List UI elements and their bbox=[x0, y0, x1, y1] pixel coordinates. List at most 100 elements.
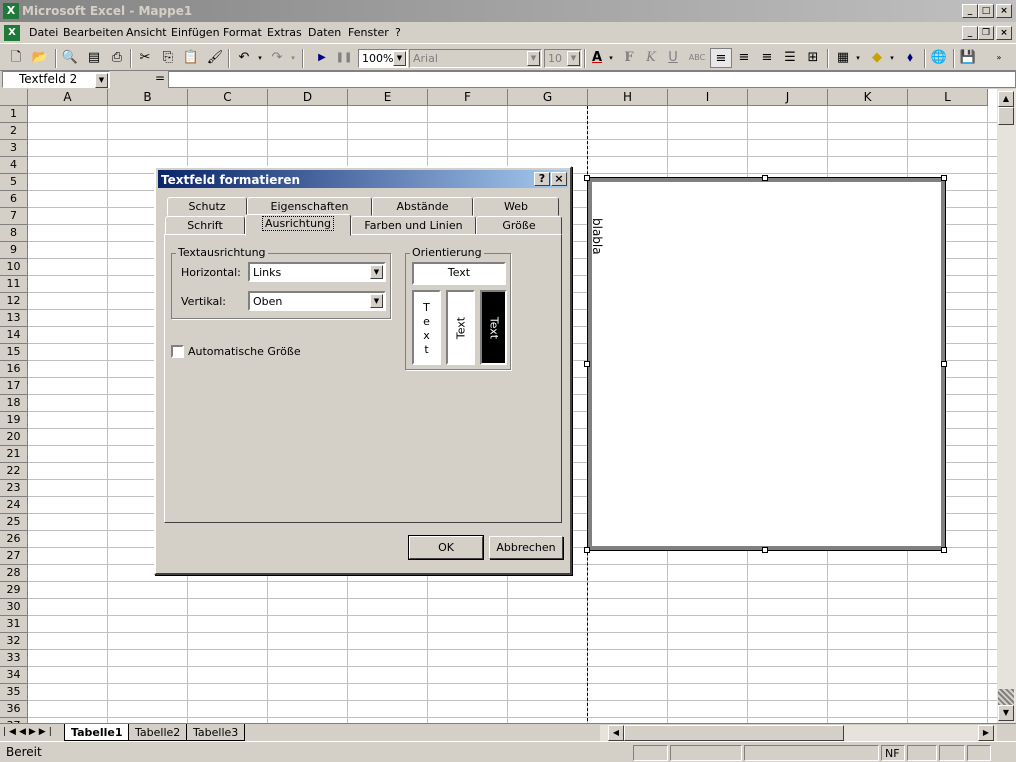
menu-format[interactable]: Format bbox=[223, 26, 262, 39]
scroll-down-button[interactable]: ▼ bbox=[998, 705, 1014, 721]
auto-size-checkbox[interactable] bbox=[171, 345, 184, 358]
doc-restore-button[interactable]: ❐ bbox=[978, 26, 994, 40]
tab-abstaende[interactable]: Abstände bbox=[372, 197, 473, 216]
column-header[interactable]: J bbox=[748, 89, 828, 106]
row-header[interactable]: 35 bbox=[0, 684, 28, 701]
row-header[interactable]: 22 bbox=[0, 463, 28, 480]
orientation-rotated-down[interactable]: Text bbox=[480, 290, 507, 365]
menu-fenster[interactable]: Fenster bbox=[348, 26, 389, 39]
tab-farben-und-linien[interactable]: Farben und Linien bbox=[351, 216, 476, 235]
zoom-combo[interactable]: 100% ▼ bbox=[358, 49, 408, 68]
column-header[interactable]: K bbox=[828, 89, 908, 106]
resize-handle-sw[interactable] bbox=[584, 547, 590, 553]
menu-bearbeiten[interactable]: Bearbeiten bbox=[63, 26, 123, 39]
column-header[interactable]: E bbox=[348, 89, 428, 106]
cut-icon[interactable]: ✂ bbox=[134, 48, 156, 68]
close-button[interactable]: × bbox=[996, 4, 1012, 18]
split-box[interactable] bbox=[998, 689, 1014, 705]
doc-close-button[interactable]: × bbox=[996, 26, 1012, 40]
row-header[interactable]: 34 bbox=[0, 667, 28, 684]
vertical-select[interactable]: Oben ▼ bbox=[248, 291, 386, 311]
cancel-button[interactable]: Abbrechen bbox=[489, 536, 563, 559]
orientation-rotated-up[interactable]: Text bbox=[446, 290, 475, 365]
column-header[interactable]: L bbox=[908, 89, 988, 106]
row-header[interactable]: 11 bbox=[0, 276, 28, 293]
workbook-icon[interactable]: X bbox=[4, 25, 20, 41]
row-header[interactable]: 2 bbox=[0, 123, 28, 140]
orientation-stacked[interactable]: T e x t bbox=[412, 290, 441, 365]
menu-einfuegen[interactable]: Einfügen bbox=[171, 26, 220, 39]
column-header[interactable]: I bbox=[668, 89, 748, 106]
row-header[interactable]: 13 bbox=[0, 310, 28, 327]
maximize-button[interactable]: □ bbox=[978, 4, 994, 18]
run-macro-icon[interactable]: ▶ bbox=[311, 48, 333, 68]
dialog-title-bar[interactable]: Textfeld formatieren ? × bbox=[158, 170, 568, 188]
row-header[interactable]: 15 bbox=[0, 344, 28, 361]
row-header[interactable]: 4 bbox=[0, 157, 28, 174]
vertical-scrollbar[interactable]: ▲ ▼ bbox=[997, 89, 1016, 723]
minimize-button[interactable]: _ bbox=[962, 4, 978, 18]
tab-groesse[interactable]: Größe bbox=[476, 216, 562, 235]
resize-handle-s[interactable] bbox=[762, 547, 768, 553]
resize-handle-e[interactable] bbox=[941, 361, 947, 367]
row-header[interactable]: 3 bbox=[0, 140, 28, 157]
row-header[interactable]: 36 bbox=[0, 701, 28, 718]
row-header[interactable]: 20 bbox=[0, 429, 28, 446]
column-header[interactable]: H bbox=[588, 89, 668, 106]
align-right-icon[interactable]: ≡ bbox=[756, 48, 778, 68]
resize-handle-ne[interactable] bbox=[941, 175, 947, 181]
name-box[interactable]: Textfeld 2 ▼ bbox=[2, 71, 110, 88]
row-header[interactable]: 33 bbox=[0, 650, 28, 667]
formula-input[interactable] bbox=[168, 71, 1016, 88]
scroll-up-button[interactable]: ▲ bbox=[998, 91, 1014, 107]
copy-icon[interactable]: ⎘ bbox=[157, 48, 179, 68]
row-header[interactable]: 25 bbox=[0, 514, 28, 531]
scroll-right-button[interactable]: ▶ bbox=[978, 725, 994, 741]
row-header[interactable]: 26 bbox=[0, 531, 28, 548]
row-header[interactable]: 21 bbox=[0, 446, 28, 463]
fill-color-icon[interactable]: ◆ bbox=[866, 48, 888, 68]
resize-handle-w[interactable] bbox=[584, 361, 590, 367]
undo-icon[interactable]: ↶ bbox=[233, 48, 255, 68]
equals-sign[interactable]: = bbox=[155, 71, 165, 85]
new-icon[interactable]: 🗋 bbox=[5, 48, 27, 68]
print-icon[interactable]: ⎙ bbox=[106, 48, 128, 68]
borders-dropdown-icon[interactable]: ▾ bbox=[853, 48, 863, 68]
resize-handle-se[interactable] bbox=[941, 547, 947, 553]
horizontal-select[interactable]: Links ▼ bbox=[248, 262, 386, 282]
print-preview-icon[interactable]: 🔍 bbox=[59, 48, 81, 68]
row-header[interactable]: 1 bbox=[0, 106, 28, 123]
row-header[interactable]: 16 bbox=[0, 361, 28, 378]
sheet-tab-tabelle3[interactable]: Tabelle3 bbox=[186, 724, 246, 741]
tab-schrift[interactable]: Schrift bbox=[165, 216, 245, 235]
orientation-horizontal[interactable]: Text bbox=[412, 262, 506, 285]
align-left-icon[interactable]: ≡ bbox=[710, 48, 732, 68]
row-header[interactable]: 19 bbox=[0, 412, 28, 429]
toolbar-options-icon[interactable]: » bbox=[992, 48, 1006, 68]
align-center-icon[interactable]: ≡ bbox=[733, 48, 755, 68]
row-header[interactable]: 27 bbox=[0, 548, 28, 565]
resize-handle-n[interactable] bbox=[762, 175, 768, 181]
row-header[interactable]: 24 bbox=[0, 497, 28, 514]
dialog-close-button[interactable]: × bbox=[551, 172, 567, 186]
row-header[interactable]: 31 bbox=[0, 616, 28, 633]
chevron-down-icon[interactable]: ▼ bbox=[370, 294, 383, 308]
column-header[interactable]: A bbox=[28, 89, 108, 106]
row-header[interactable]: 18 bbox=[0, 395, 28, 412]
ok-button[interactable]: OK bbox=[408, 535, 484, 560]
borders-icon[interactable]: ▦ bbox=[832, 48, 854, 68]
excel-icon[interactable]: X bbox=[3, 3, 19, 19]
chevron-down-icon[interactable]: ▼ bbox=[95, 73, 108, 88]
column-header[interactable]: C bbox=[188, 89, 268, 106]
row-header[interactable]: 9 bbox=[0, 242, 28, 259]
row-header[interactable]: 7 bbox=[0, 208, 28, 225]
row-header[interactable]: 10 bbox=[0, 259, 28, 276]
row-header[interactable]: 12 bbox=[0, 293, 28, 310]
paste-icon[interactable]: 📋 bbox=[180, 48, 202, 68]
row-header[interactable]: 23 bbox=[0, 480, 28, 497]
menu-daten[interactable]: Daten bbox=[308, 26, 341, 39]
open-icon[interactable]: 📂 bbox=[29, 48, 51, 68]
menu-extras[interactable]: Extras bbox=[267, 26, 302, 39]
undo-dropdown-icon[interactable]: ▾ bbox=[255, 48, 265, 68]
save-icon[interactable]: 💾 bbox=[957, 48, 979, 68]
